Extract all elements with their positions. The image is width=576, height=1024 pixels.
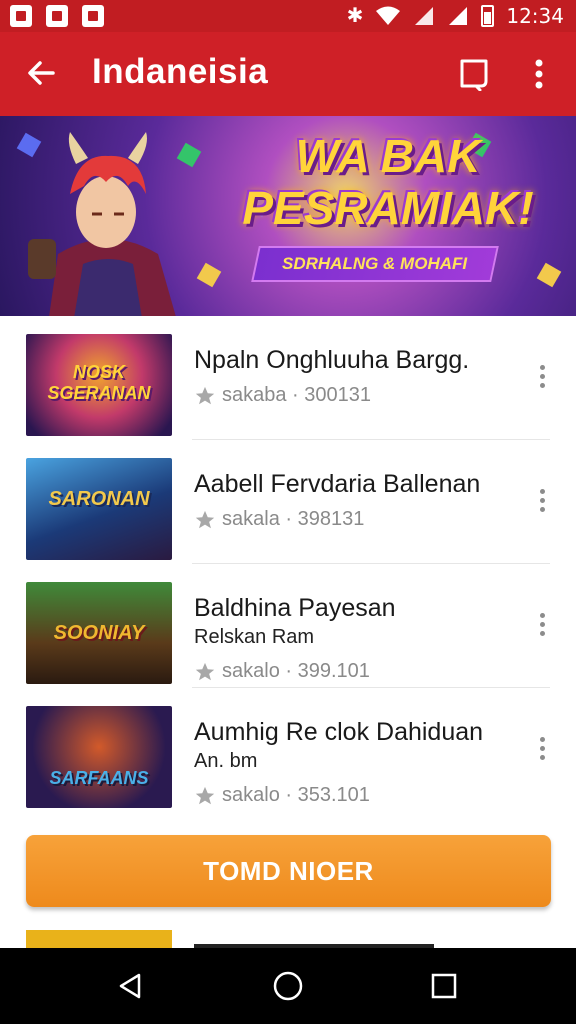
decorative-shard-icon (536, 262, 562, 288)
promo-banner[interactable]: WA BAK PESRAMIAK! SDRHALNG & MOHAFI (0, 116, 576, 316)
item-meta: sakala · 398131 (194, 508, 364, 531)
star-icon (195, 386, 215, 404)
page-title: Indaneisia (92, 52, 269, 91)
banner-headline: WA BAK PESRAMIAK! (208, 130, 568, 234)
item-more-button[interactable] (532, 604, 552, 644)
bluetooth-icon: ✱ (346, 5, 364, 27)
item-more-button[interactable] (532, 480, 552, 520)
banner-ribbon-text: SDRHALNG & MOHAFI (282, 254, 468, 273)
game-thumbnail[interactable]: SARFAANS (26, 706, 172, 808)
arrow-left-icon (28, 61, 55, 85)
item-meta: sakalo · 353.101 (194, 784, 370, 807)
more-vertical-icon (539, 612, 545, 636)
wifi-icon (376, 6, 401, 25)
thumbnail-text: SARONAN (48, 488, 150, 510)
battery-icon (481, 5, 495, 27)
nav-recents-icon (431, 973, 457, 999)
item-title: Aumhig Re clok Dahiduan (194, 718, 484, 746)
more-vertical-icon (539, 736, 545, 760)
star-icon (195, 786, 215, 804)
banner-headline-line1: WA BAK (295, 130, 481, 182)
system-nav-bar (0, 948, 576, 1024)
notification-icon (10, 5, 32, 27)
item-meta-text: sakala · 398131 (222, 508, 365, 530)
item-more-button[interactable] (532, 728, 552, 768)
list-item[interactable]: NOSK SGERANAN Npaln Onghluuha Bargg. sak… (0, 316, 576, 440)
notification-icon (82, 5, 104, 27)
nav-home-button[interactable] (268, 966, 308, 1006)
more-vertical-icon (535, 59, 543, 89)
item-subtitle: Relskan Ram (194, 626, 315, 648)
game-thumbnail[interactable]: SARONAN (26, 458, 172, 560)
decorative-shard-icon (196, 262, 222, 288)
nav-home-icon (273, 971, 303, 1001)
bookmark-button[interactable] (454, 54, 494, 94)
game-list: NOSK SGERANAN Npaln Onghluuha Bargg. sak… (0, 316, 576, 812)
item-title: Npaln Onghluuha Bargg. (194, 346, 470, 374)
list-item[interactable]: SARONAN Aabell Fervdaria Ballenan sakala… (0, 440, 576, 564)
game-thumbnail[interactable]: SOONIAY (26, 582, 172, 684)
list-item[interactable]: SOONIAY Baldhina Payesan Relskan Ram sak… (0, 564, 576, 688)
item-subtitle: An. bm (194, 750, 258, 772)
item-meta-text: sakaba · 300131 (222, 384, 372, 406)
game-thumbnail[interactable]: NOSK SGERANAN (26, 334, 172, 436)
game-thumbnail[interactable] (26, 930, 172, 950)
more-vertical-icon (539, 364, 545, 388)
list-item[interactable]: SARFAANS Aumhig Re clok Dahiduan An. bm … (0, 688, 576, 812)
notification-icon (46, 5, 68, 27)
item-meta: sakaba · 300131 (194, 384, 371, 407)
bookmark-icon (460, 59, 488, 91)
star-icon (195, 662, 215, 680)
item-meta-text: sakalo · 353.101 (222, 784, 370, 806)
item-title: Baldhina Payesan (194, 594, 396, 622)
signal-icon (449, 7, 468, 25)
back-button[interactable] (20, 52, 62, 94)
item-meta-text: sakalo · 399.101 (222, 660, 370, 682)
status-time: 12:34 (506, 4, 564, 28)
status-bar: ✱ 12:34 (0, 0, 576, 32)
more-options-button[interactable] (522, 54, 556, 94)
banner-headline-line2: PESRAMIAK! (242, 182, 534, 234)
nav-back-icon (119, 973, 141, 999)
item-title: Aabell Fervdaria Ballenan (194, 470, 481, 498)
nav-back-button[interactable] (110, 966, 150, 1006)
more-vertical-icon (539, 488, 545, 512)
banner-ribbon: SDRHALNG & MOHAFI (251, 246, 499, 282)
star-icon (195, 510, 215, 528)
signal-icon (415, 7, 434, 25)
thumbnail-text: SOONIAY (53, 622, 145, 644)
primary-action-button[interactable]: TOMD NIOER (26, 835, 551, 907)
thumbnail-text: SARFAANS (49, 768, 149, 788)
thumbnail-text: NOSK SGERANAN (47, 362, 151, 403)
item-meta: sakalo · 399.101 (194, 660, 370, 683)
app-bar: Indaneisia (0, 32, 576, 116)
hero-character-image (28, 132, 176, 316)
nav-recents-button[interactable] (424, 966, 464, 1006)
item-more-button[interactable] (532, 356, 552, 396)
